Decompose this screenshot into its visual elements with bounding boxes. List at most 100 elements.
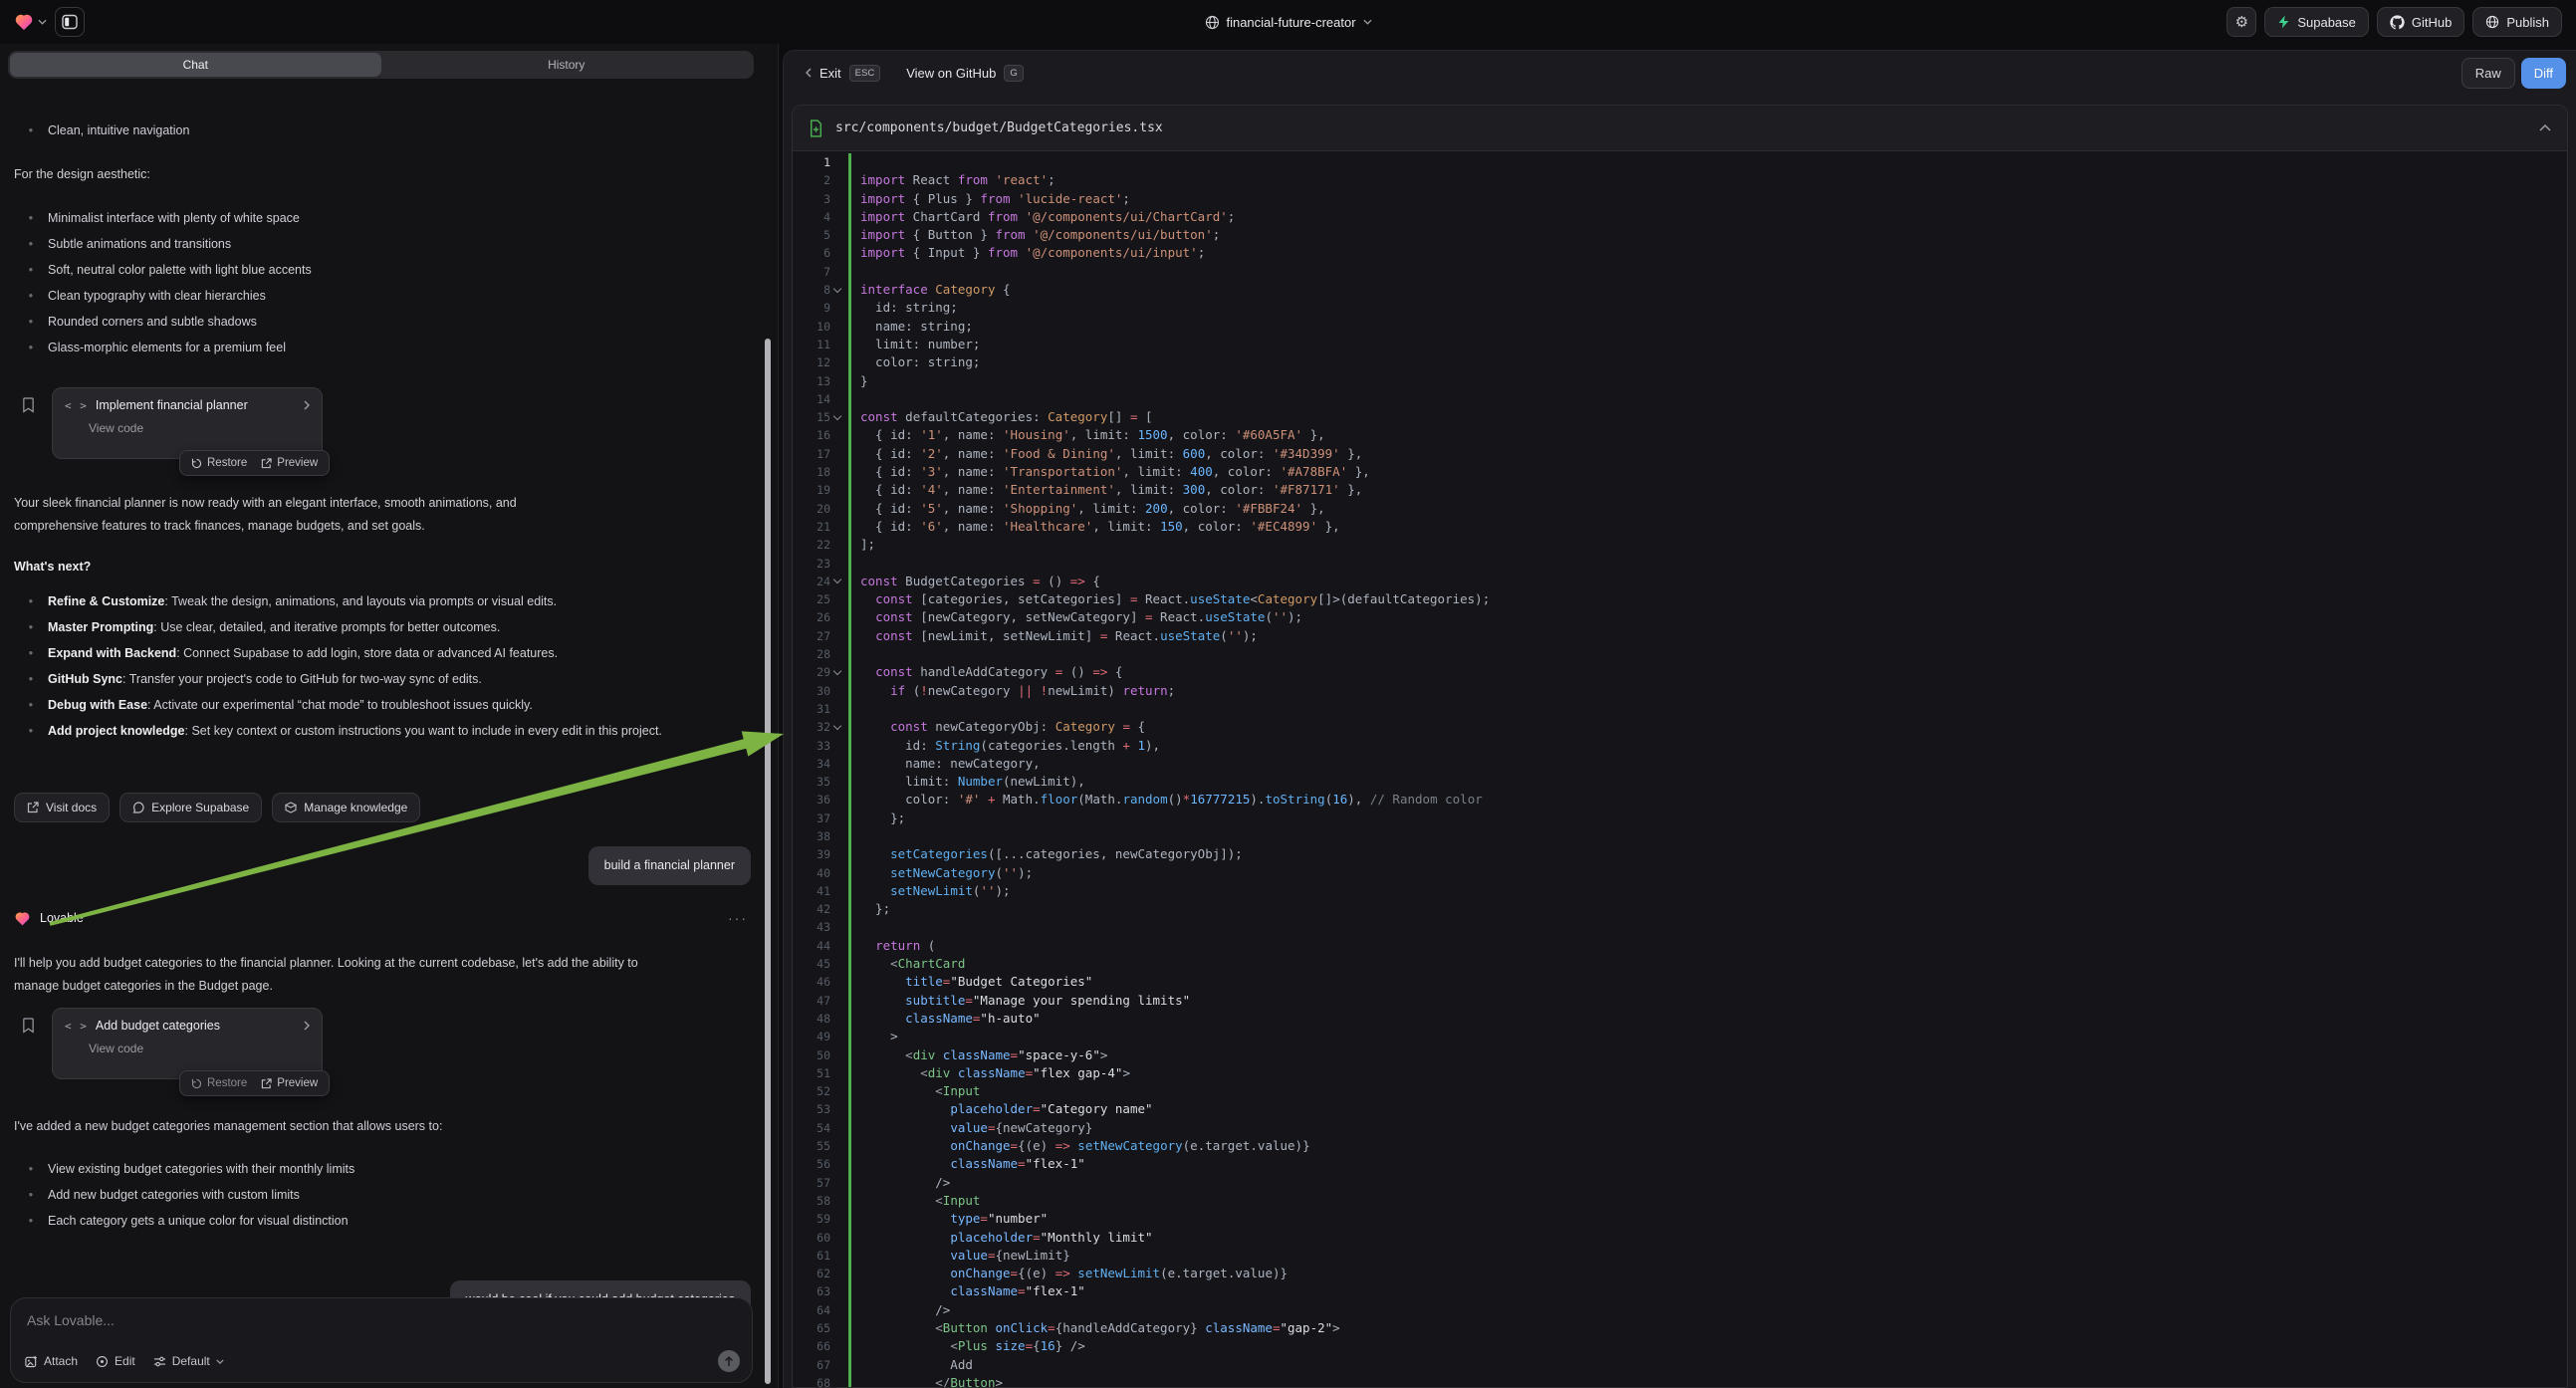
fold-chevron-icon — [832, 485, 843, 496]
view-code-link[interactable]: View code — [89, 1041, 310, 1055]
added-list: •View existing budget categories with th… — [14, 1156, 711, 1234]
line-number: 30 — [793, 682, 848, 700]
code-text: { id: '6', name: 'Healthcare', limit: 15… — [851, 518, 1340, 536]
code-text: { id: '2', name: 'Food & Dining', limit:… — [851, 445, 1362, 463]
fold-chevron-icon — [832, 940, 843, 951]
fold-chevron-icon — [832, 777, 843, 788]
more-options-button[interactable]: ··· — [728, 910, 748, 926]
line-number: 11 — [793, 336, 848, 353]
chevron-up-icon[interactable] — [2539, 124, 2551, 131]
lovable-menu-button[interactable] — [14, 13, 47, 31]
fold-chevron-icon — [832, 230, 843, 241]
line-number: 17 — [793, 445, 848, 463]
code-line: 33 id: String(categories.length + 1), — [793, 737, 2567, 755]
diff-toggle-button[interactable]: Diff — [2521, 58, 2566, 89]
code-text: name: string; — [851, 318, 973, 336]
version-card-add-budget-categories[interactable]: < > Add budget categories View code — [52, 1008, 323, 1079]
code-text: const handleAddCategory = () => { — [851, 663, 1122, 681]
line-number: 40 — [793, 864, 848, 882]
manage-knowledge-button[interactable]: Manage knowledge — [272, 793, 420, 822]
view-code-link[interactable]: View code — [89, 421, 310, 435]
code-line: 21 { id: '6', name: 'Healthcare', limit:… — [793, 518, 2567, 536]
fold-chevron-icon — [832, 886, 843, 897]
fold-chevron-icon — [832, 812, 843, 823]
code-text: const defaultCategories: Category[] = [ — [851, 408, 1153, 426]
edit-mode-button[interactable]: Edit — [96, 1354, 135, 1368]
line-number: 64 — [793, 1301, 848, 1319]
send-button[interactable] — [718, 1350, 740, 1372]
visit-docs-button[interactable]: Visit docs — [14, 793, 110, 822]
restore-button[interactable]: Restore — [191, 1077, 247, 1089]
list-item: •Debug with Ease: Activate our experimen… — [14, 692, 671, 718]
chevron-right-icon — [304, 1021, 310, 1031]
fold-chevron-icon — [832, 685, 843, 696]
list-item: •Subtle animations and transitions — [14, 231, 711, 257]
code-line: 54 value={newCategory} — [793, 1119, 2567, 1137]
fold-chevron-icon — [832, 649, 843, 660]
fold-chevron-icon[interactable] — [832, 576, 843, 586]
code-text — [851, 918, 868, 936]
preview-button[interactable]: Preview — [261, 1077, 318, 1089]
fold-chevron-icon — [832, 503, 843, 514]
code-line: 51 <div className="flex gap-4"> — [793, 1064, 2567, 1082]
bookmark-icon[interactable] — [22, 397, 35, 413]
code-line: 62 onChange={(e) => setNewLimit(e.target… — [793, 1265, 2567, 1282]
code-line: 27 const [newLimit, setNewLimit] = React… — [793, 627, 2567, 645]
code-card: src/components/budget/BudgetCategories.t… — [792, 105, 2568, 1388]
fold-chevron-icon[interactable] — [832, 722, 843, 733]
code-icon: < > — [65, 1020, 88, 1033]
code-text: <Input — [851, 1192, 980, 1210]
line-number: 36 — [793, 791, 848, 809]
bookmark-icon[interactable] — [22, 1018, 35, 1034]
restore-button[interactable]: Restore — [191, 457, 247, 469]
code-text — [851, 153, 868, 171]
line-number: 55 — [793, 1137, 848, 1155]
line-number: 56 — [793, 1155, 848, 1173]
code-line: 53 placeholder="Category name" — [793, 1100, 2567, 1118]
view-on-github-button[interactable]: View on GitHub G — [906, 65, 1023, 82]
code-text: onChange={(e) => setNewCategory(e.target… — [851, 1137, 1310, 1155]
project-selector[interactable]: financial-future-creator — [1204, 0, 1371, 44]
code-toolbar: Exit ESC View on GitHub G Raw Diff — [784, 51, 2576, 95]
code-text: { id: '5', name: 'Shopping', limit: 200,… — [851, 500, 1325, 518]
code-text: import ChartCard from '@/components/ui/C… — [851, 208, 1235, 226]
code-line: 64 /> — [793, 1301, 2567, 1319]
supabase-button[interactable]: Supabase — [2264, 7, 2369, 37]
list-item: •Master Prompting: Use clear, detailed, … — [14, 614, 671, 640]
fold-chevron-icon — [832, 922, 843, 933]
external-link-icon — [261, 458, 272, 469]
fold-chevron-icon[interactable] — [832, 412, 843, 423]
code-line: 47 subtitle="Manage your spending limits… — [793, 992, 2567, 1010]
sidebar-toggle-button[interactable] — [55, 7, 85, 37]
version-card-implement-financial-planner[interactable]: < > Implement financial planner View cod… — [52, 387, 323, 459]
code-text: id: String(categories.length + 1), — [851, 737, 1160, 755]
exit-button[interactable]: Exit ESC — [806, 65, 880, 82]
fold-chevron-icon — [832, 1032, 843, 1042]
raw-toggle-button[interactable]: Raw — [2461, 58, 2515, 89]
top-header: financial-future-creator ⚙ Supabase GitH… — [0, 0, 2576, 44]
line-number: 23 — [793, 555, 848, 573]
explore-supabase-button[interactable]: Explore Supabase — [119, 793, 262, 822]
settings-button[interactable]: ⚙ — [2226, 7, 2256, 37]
code-text: return ( — [851, 937, 935, 955]
chat-input[interactable] — [27, 1312, 736, 1328]
code-text — [851, 827, 868, 845]
fold-chevron-icon[interactable] — [832, 285, 843, 296]
file-header[interactable]: src/components/budget/BudgetCategories.t… — [793, 106, 2567, 151]
github-button[interactable]: GitHub — [2377, 7, 2464, 37]
attach-button[interactable]: Attach — [25, 1354, 78, 1368]
code-text: type="number" — [851, 1210, 1048, 1228]
list-item: •Glass-morphic elements for a premium fe… — [14, 335, 711, 360]
fold-chevron-icon — [832, 248, 843, 259]
code-text: name: newCategory, — [851, 755, 1041, 773]
mode-selector[interactable]: Default — [153, 1354, 224, 1368]
file-path: src/components/budget/BudgetCategories.t… — [835, 120, 2527, 135]
fold-chevron-icon[interactable] — [832, 667, 843, 678]
publish-button[interactable]: Publish — [2472, 7, 2562, 37]
fold-chevron-icon — [832, 1141, 843, 1152]
code-text: const [newCategory, setNewCategory] = Re… — [851, 608, 1302, 626]
code-line: 4import ChartCard from '@/components/ui/… — [793, 208, 2567, 226]
fold-chevron-icon — [832, 1232, 843, 1243]
chat-scrollbar[interactable] — [765, 339, 771, 1384]
preview-button[interactable]: Preview — [261, 457, 318, 469]
